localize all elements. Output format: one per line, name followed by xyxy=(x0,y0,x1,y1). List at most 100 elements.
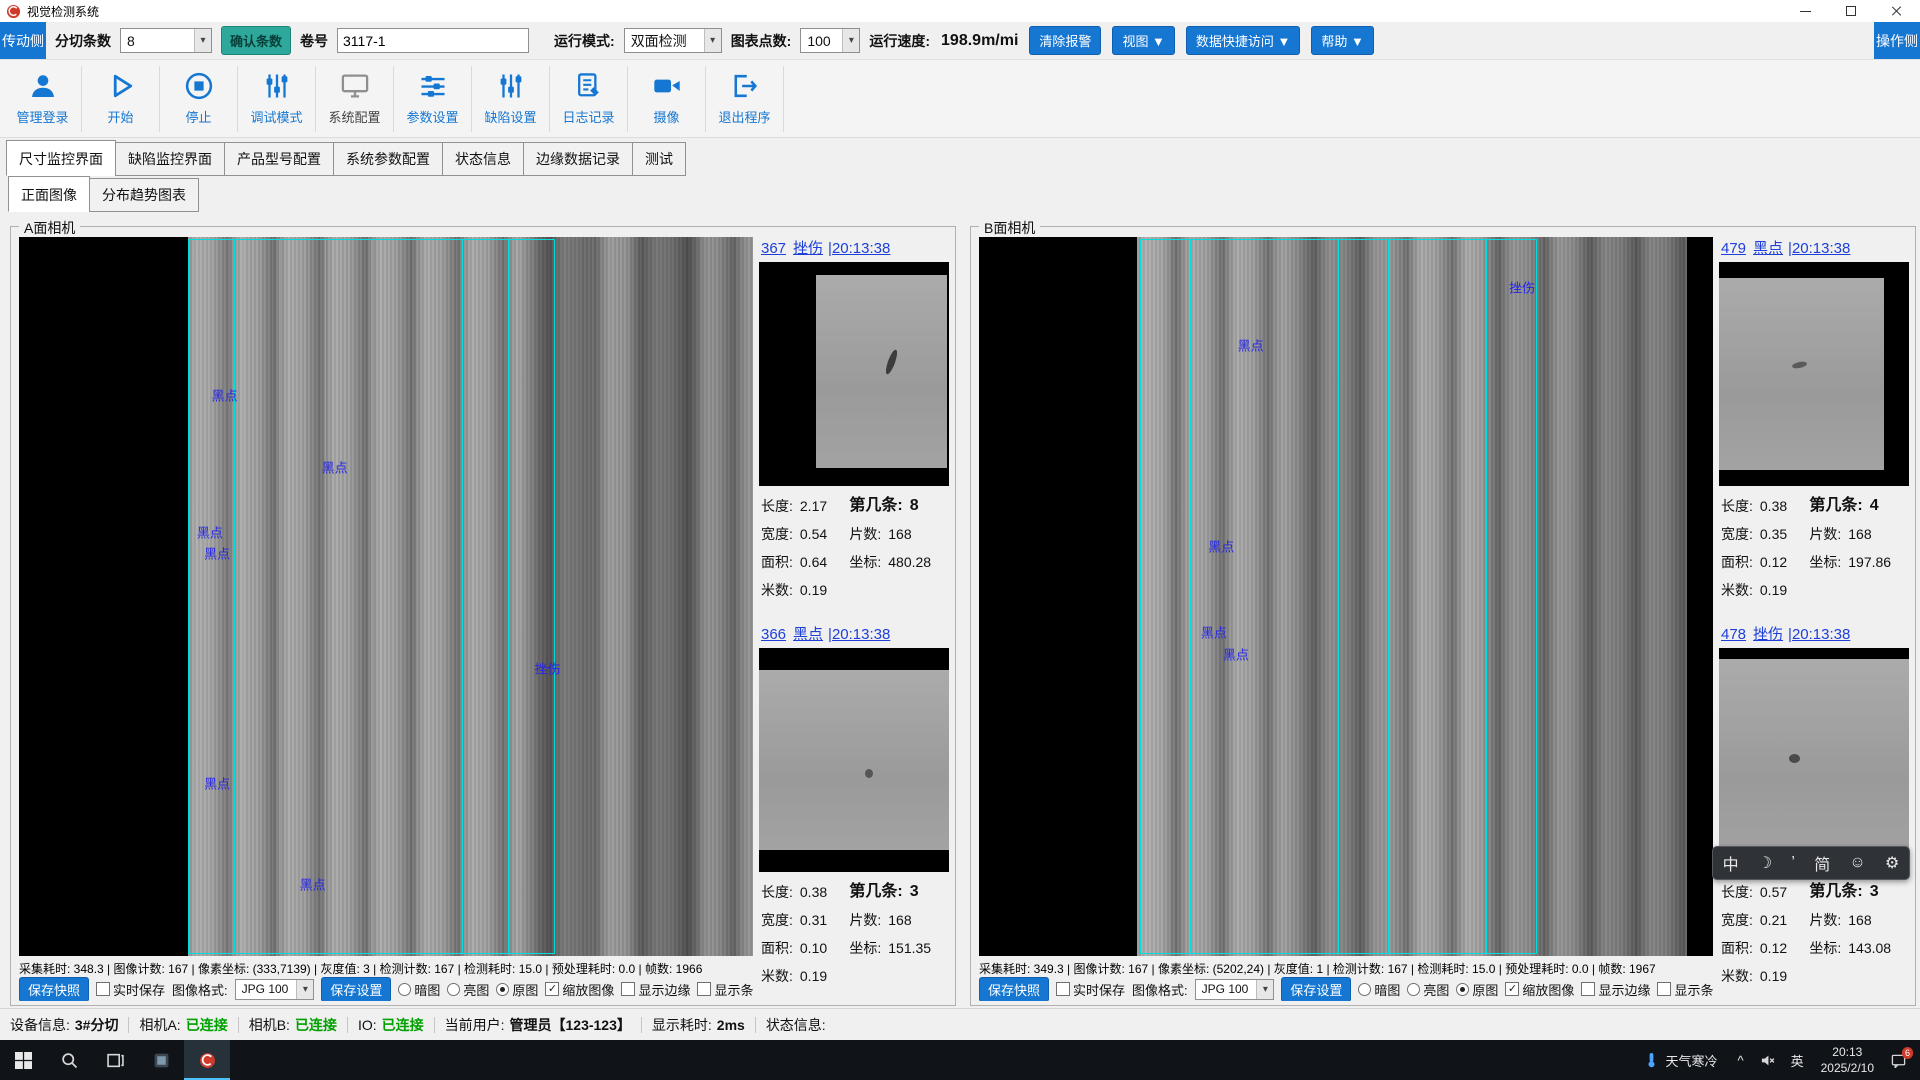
device-info-value: 3#分切 xyxy=(75,1015,119,1035)
tab-front-image[interactable]: 正面图像 xyxy=(8,176,90,212)
dark-image-radio[interactable]: 暗图 xyxy=(398,980,440,999)
show-edge-checkbox[interactable]: 显示边缘 xyxy=(621,980,690,999)
ime-settings-icon[interactable]: ⚙ xyxy=(1885,853,1899,873)
defect-crop-region xyxy=(759,670,949,849)
show-edge-checkbox[interactable]: 显示边缘 xyxy=(1581,980,1650,999)
confirm-count-button[interactable]: 确认条数 xyxy=(221,26,291,55)
roll-number-input[interactable] xyxy=(337,28,529,53)
help-menu-button[interactable]: 帮助 ▼ xyxy=(1311,26,1373,55)
chevron-down-icon: ▾ xyxy=(704,29,721,52)
save-settings-button[interactable]: 保存设置 xyxy=(321,977,391,1001)
realtime-save-checkbox[interactable]: 实时保存 xyxy=(96,980,165,999)
ime-emoji-icon[interactable]: ☺ xyxy=(1849,854,1865,872)
strip-boundary-overlay xyxy=(188,239,555,954)
toolbar-item-param-settings[interactable]: 参数设置 xyxy=(394,66,472,132)
bright-image-radio[interactable]: 亮图 xyxy=(1407,980,1449,999)
defect-overlay-label: 黑点 xyxy=(212,386,238,405)
defect-stat-strip_no: 第几条:8 xyxy=(849,492,949,520)
defect-overlay-label: 黑点 xyxy=(1223,645,1249,664)
image-format-select[interactable]: JPG 100▾ xyxy=(235,979,315,1000)
tab-status-info[interactable]: 状态信息 xyxy=(442,142,524,176)
tab-edge-data-record[interactable]: 边缘数据记录 xyxy=(523,142,633,176)
start-button[interactable] xyxy=(0,1040,46,1080)
operate-side-button[interactable]: 操作侧 xyxy=(1874,22,1920,59)
show-count-checkbox[interactable]: 显示条数 xyxy=(697,980,753,999)
defect-card-header[interactable]: 367挫伤|20:13:38 xyxy=(759,237,949,262)
toolbar-item-admin-login[interactable]: 管理登录 xyxy=(4,66,82,132)
chart-points-select[interactable]: 100 ▾ xyxy=(800,28,860,53)
tab-size-monitor[interactable]: 尺寸监控界面 xyxy=(6,140,116,176)
ime-lang-mode[interactable]: 中 xyxy=(1723,851,1739,875)
dark-image-radio[interactable]: 暗图 xyxy=(1358,980,1400,999)
taskbar-clock[interactable]: 20:13 2025/2/10 xyxy=(1812,1044,1883,1076)
defect-card-header[interactable]: 366黑点|20:13:38 xyxy=(759,623,949,648)
camera-panel-b: B面相机挫伤黑点黑点黑点黑点采集耗时: 349.3 | 图像计数: 167 | … xyxy=(970,226,1916,1006)
toolbar-item-capture[interactable]: 摄像 xyxy=(628,66,706,132)
run-mode-select[interactable]: 双面检测 ▾ xyxy=(624,28,722,53)
view-menu-button[interactable]: 视图 ▼ xyxy=(1112,26,1174,55)
original-image-radio[interactable]: 原图 xyxy=(1456,980,1498,999)
tab-product-model-config[interactable]: 产品型号配置 xyxy=(224,142,334,176)
weather-status[interactable]: 天气寒冷 xyxy=(1632,1051,1729,1070)
panel-title: A面相机 xyxy=(19,218,80,238)
icon-toolbar: 管理登录开始停止调试模式系统配置参数设置缺陷设置日志记录摄像退出程序 xyxy=(0,60,1920,138)
defect-card-stats: 长度:0.38第几条:3宽度:0.31片数:168面积:0.10坐标:151.3… xyxy=(759,872,949,990)
data-quick-access-menu-button[interactable]: 数据快捷访问 ▼ xyxy=(1186,26,1300,55)
close-button[interactable] xyxy=(1874,0,1920,22)
camera-controls: 保存快照实时保存图像格式:JPG 100▾保存设置暗图亮图原图✓缩放图像显示边缘… xyxy=(979,977,1713,1001)
zoom-image-checkbox[interactable]: ✓缩放图像 xyxy=(545,980,614,999)
maximize-button[interactable] xyxy=(1828,0,1874,22)
app-window: 视觉检测系统 传动侧 分切条数 8 ▾ 确认条数 卷号 运行模式: 双面检测 ▾… xyxy=(0,0,1920,1080)
defect-card-header[interactable]: 479黑点|20:13:38 xyxy=(1719,237,1909,262)
slit-count-select[interactable]: 8 ▾ xyxy=(120,28,212,53)
defect-stat-strip_no: 第几条:3 xyxy=(849,878,949,906)
sliders-icon xyxy=(262,71,292,104)
defect-card-stats: 长度:2.17第几条:8宽度:0.54片数:168面积:0.64坐标:480.2… xyxy=(759,486,949,604)
save-snapshot-button[interactable]: 保存快照 xyxy=(979,977,1049,1001)
tab-system-param-config[interactable]: 系统参数配置 xyxy=(333,142,443,176)
defect-thumbnail xyxy=(759,648,949,872)
tab-distribution-chart[interactable]: 分布趋势图表 xyxy=(89,178,199,212)
search-icon xyxy=(61,1052,78,1069)
minimize-button[interactable] xyxy=(1782,0,1828,22)
bright-image-radio[interactable]: 亮图 xyxy=(447,980,489,999)
image-format-select[interactable]: JPG 100▾ xyxy=(1195,979,1275,1000)
defect-mark xyxy=(865,769,873,778)
vision-app-taskbar-icon[interactable] xyxy=(184,1040,230,1080)
toolbar-item-log-record[interactable]: 日志记录 xyxy=(550,66,628,132)
toolbar-item-exit-program[interactable]: 退出程序 xyxy=(706,66,784,132)
drive-side-button[interactable]: 传动侧 xyxy=(0,22,46,59)
save-snapshot-button[interactable]: 保存快照 xyxy=(19,977,89,1001)
ime-punctuation-icon[interactable]: ’ xyxy=(1791,854,1795,872)
defect-stat-pieces: 片数:168 xyxy=(849,520,949,548)
volume-mute-button[interactable] xyxy=(1752,1040,1783,1080)
ime-toolbar[interactable]: 中 ☽ ’ 简 ☺ ⚙ xyxy=(1712,846,1910,880)
ime-simplified-mode[interactable]: 简 xyxy=(1814,851,1830,875)
defect-card: 367挫伤|20:13:38 长度:2.17第几条:8宽度:0.54片数:168面… xyxy=(759,237,949,615)
toolbar-item-stop[interactable]: 停止 xyxy=(160,66,238,132)
ime-shape-mode-icon[interactable]: ☽ xyxy=(1758,853,1772,873)
original-image-radio[interactable]: 原图 xyxy=(496,980,538,999)
toolbar-item-debug-mode[interactable]: 调试模式 xyxy=(238,66,316,132)
camera-image-b: 挫伤黑点黑点黑点黑点 xyxy=(979,237,1713,956)
save-settings-button[interactable]: 保存设置 xyxy=(1281,977,1351,1001)
toolbar-item-system-config[interactable]: 系统配置 xyxy=(316,66,394,132)
defect-card-header[interactable]: 478挫伤|20:13:38 xyxy=(1719,623,1909,648)
tray-expand-chevron[interactable]: ^ xyxy=(1729,1040,1751,1080)
task-view-button[interactable] xyxy=(92,1040,138,1080)
tab-test[interactable]: 测试 xyxy=(632,142,686,176)
toolbar-item-defect-settings[interactable]: 缺陷设置 xyxy=(472,66,550,132)
pinned-app-icon[interactable] xyxy=(138,1040,184,1080)
camera-panel-a: A面相机黑点黑点黑点黑点挫伤黑点黑点采集耗时: 348.3 | 图像计数: 16… xyxy=(10,226,956,1006)
action-center-button[interactable]: 6 xyxy=(1883,1040,1914,1080)
toolbar-item-start[interactable]: 开始 xyxy=(82,66,160,132)
defect-stat-area: 面积:0.10 xyxy=(761,934,849,962)
realtime-save-checkbox[interactable]: 实时保存 xyxy=(1056,980,1125,999)
tab-defect-monitor[interactable]: 缺陷监控界面 xyxy=(115,142,225,176)
input-language-indicator[interactable]: 英 xyxy=(1783,1040,1812,1080)
defect-overlay-label: 黑点 xyxy=(197,522,223,541)
zoom-image-checkbox[interactable]: ✓缩放图像 xyxy=(1505,980,1574,999)
show-count-checkbox[interactable]: 显示条数 xyxy=(1657,980,1713,999)
search-button[interactable] xyxy=(46,1040,92,1080)
clear-alarm-button[interactable]: 清除报警 xyxy=(1029,26,1101,55)
